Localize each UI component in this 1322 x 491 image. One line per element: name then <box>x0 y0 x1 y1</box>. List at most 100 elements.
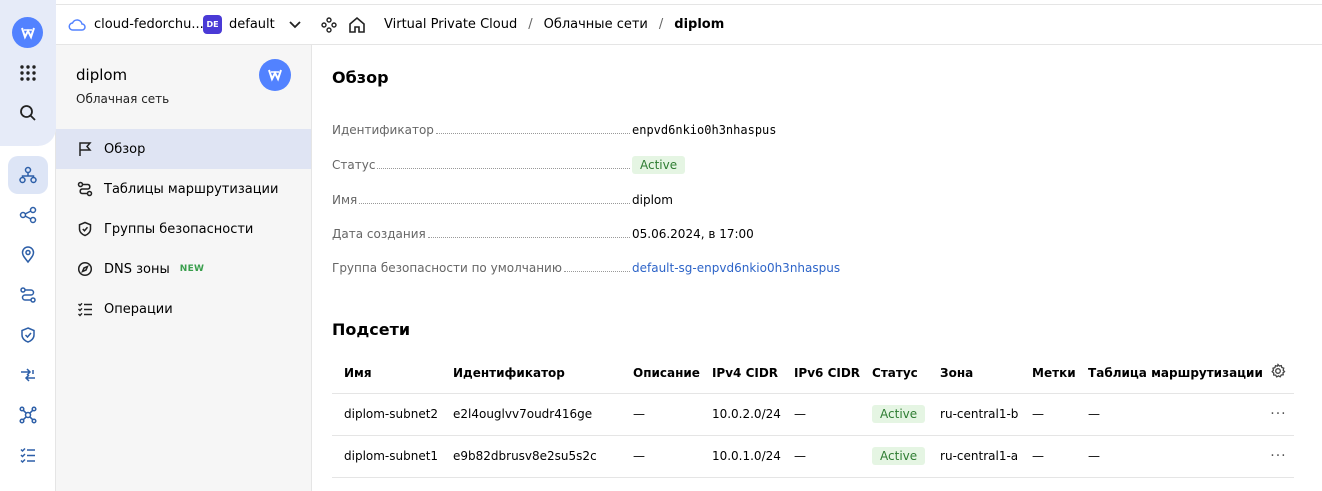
default-sg-link[interactable]: default-sg-enpvd6nkio0h3nhaspus <box>632 261 840 275</box>
subnet-id: e2l4ouglvv7oudr416ge <box>441 393 621 436</box>
gear-icon[interactable] <box>1270 363 1286 379</box>
subnet-name[interactable]: diplom-subnet1 <box>332 435 441 478</box>
breadcrumb-current: diplom <box>674 17 725 32</box>
flag-icon <box>76 140 94 158</box>
prop-label: Идентификатор <box>332 123 434 137</box>
prop-status: Статус Active <box>332 155 1032 175</box>
list-icon <box>76 300 94 318</box>
sidebar: diplom Облачная сеть Обзор Таблицы маршр… <box>56 45 312 491</box>
folder-selector[interactable]: DE default <box>203 5 301 44</box>
column-header[interactable]: Метки <box>1020 353 1077 394</box>
breadcrumb-cloud-networks[interactable]: Облачные сети <box>544 17 648 32</box>
created-date-value: 05.06.2024, в 17:00 <box>632 227 754 241</box>
sidebar-subtitle: Облачная сеть <box>76 92 170 106</box>
sidebar-item-operations[interactable]: Операции <box>56 289 311 329</box>
new-badge: NEW <box>179 264 205 274</box>
breadcrumb-vpc[interactable]: Virtual Private Cloud <box>384 17 517 32</box>
prop-default-sg: Группа безопасности по умолчанию default… <box>332 258 1032 278</box>
folder-badge: DE <box>203 15 222 34</box>
status-badge: Active <box>632 156 686 174</box>
more-actions-icon[interactable]: ··· <box>1270 448 1286 464</box>
column-header[interactable]: Зона <box>928 353 1021 394</box>
subnet-ipv6: — <box>781 435 861 478</box>
breadcrumb-separator: / <box>658 17 664 32</box>
subnets-title: Подсети <box>332 320 411 339</box>
compass-icon <box>76 260 94 278</box>
table-header-row: Имя Идентификатор Описание IPv4 CIDR IPv… <box>332 353 1294 394</box>
sidebar-item-overview[interactable]: Обзор <box>56 129 311 169</box>
sidebar-item-label: Таблицы маршрутизации <box>104 181 279 197</box>
all-services-icon[interactable] <box>14 59 42 87</box>
vpc-service-icon <box>259 59 291 91</box>
cloud-networks-icon[interactable] <box>14 161 42 189</box>
sidebar-title: diplom <box>76 66 128 84</box>
column-header[interactable]: Описание <box>621 353 700 394</box>
operations-list-icon[interactable] <box>14 441 42 469</box>
column-header[interactable]: Идентификатор <box>441 353 621 394</box>
home-icon[interactable] <box>348 5 366 44</box>
subnet-labels: — <box>1020 435 1077 478</box>
subnet-ipv6: — <box>781 393 861 436</box>
status-badge: Active <box>872 447 926 465</box>
subnet-description: — <box>621 393 700 436</box>
share-nodes-icon[interactable] <box>14 201 42 229</box>
sidebar-item-route-tables[interactable]: Таблицы маршрутизации <box>56 169 311 209</box>
subnets-table: Имя Идентификатор Описание IPv4 CIDR IPv… <box>332 353 1294 478</box>
route-icon[interactable] <box>14 281 42 309</box>
shield-icon[interactable] <box>14 321 42 349</box>
left-rail <box>0 0 56 491</box>
hub-icon[interactable] <box>14 401 42 429</box>
name-value: diplom <box>632 193 673 207</box>
subnet-ipv4: 10.0.1.0/24 <box>699 435 782 478</box>
prop-id: Идентификатор enpvd6nkio0h3nhaspus <box>332 120 1032 140</box>
cloud-selector[interactable]: cloud-fedorchu... <box>68 5 204 44</box>
prop-label: Имя <box>332 193 358 207</box>
sidebar-item-dns-zones[interactable]: DNS зоны NEW <box>56 249 311 289</box>
subnet-ipv4: 10.0.2.0/24 <box>699 393 782 436</box>
subnet-name[interactable]: diplom-subnet2 <box>332 393 441 436</box>
sidebar-item-label: Обзор <box>104 141 146 157</box>
subnet-route-table: — <box>1076 393 1263 436</box>
sidebar-item-security-groups[interactable]: Группы безопасности <box>56 209 311 249</box>
sidebar-item-label: Операции <box>104 301 173 317</box>
main-content: Обзор Идентификатор enpvd6nkio0h3nhaspus… <box>312 45 1322 491</box>
sidebar-item-label: DNS зоны <box>104 261 170 277</box>
subnet-route-table: — <box>1076 435 1263 478</box>
status-badge: Active <box>872 405 926 423</box>
breadcrumb: Virtual Private Cloud / Облачные сети / … <box>384 5 724 44</box>
breadcrumb-separator: / <box>528 17 533 32</box>
table-settings-button[interactable] <box>1262 353 1294 394</box>
location-pin-icon[interactable] <box>14 241 42 269</box>
column-header[interactable]: Статус <box>860 353 929 394</box>
services-graph-icon[interactable] <box>321 5 337 44</box>
column-header[interactable]: IPv4 CIDR <box>699 353 782 394</box>
route-icon <box>76 180 94 198</box>
search-icon[interactable] <box>14 99 42 127</box>
subnet-description: — <box>621 435 700 478</box>
cloud-name: cloud-fedorchu... <box>94 17 204 32</box>
column-header[interactable]: Таблица маршрутизации <box>1076 353 1263 394</box>
sidebar-item-label: Группы безопасности <box>104 221 254 237</box>
subnet-labels: — <box>1020 393 1077 436</box>
transfer-arrows-icon[interactable] <box>14 361 42 389</box>
chevron-down-icon[interactable] <box>289 20 301 29</box>
app: cloud-fedorchu... DE default Virtual Pri… <box>0 0 1322 491</box>
prop-label: Дата создания <box>332 227 426 241</box>
prop-name: Имя diplom <box>332 190 1032 210</box>
column-header[interactable]: Имя <box>332 353 441 394</box>
table-row[interactable]: diplom-subnet1 e9b82dbrusv8e2su5s2c — 10… <box>332 435 1294 478</box>
yandex-cloud-logo-icon[interactable] <box>12 17 43 48</box>
column-header[interactable]: IPv6 CIDR <box>781 353 861 394</box>
subnet-zone: ru-central1-a <box>928 435 1021 478</box>
shield-icon <box>76 220 94 238</box>
subnet-zone: ru-central1-b <box>928 393 1021 436</box>
more-actions-icon[interactable]: ··· <box>1270 406 1286 422</box>
cloud-icon <box>68 18 86 32</box>
subnet-id: e9b82dbrusv8e2su5s2c <box>441 435 621 478</box>
overview-title: Обзор <box>332 68 389 87</box>
prop-label: Статус <box>332 158 376 172</box>
folder-name: default <box>229 17 275 32</box>
prop-created: Дата создания 05.06.2024, в 17:00 <box>332 224 1032 244</box>
top-bar: cloud-fedorchu... DE default Virtual Pri… <box>56 4 1322 45</box>
table-row[interactable]: diplom-subnet2 e2l4ouglvv7oudr416ge — 10… <box>332 393 1294 436</box>
